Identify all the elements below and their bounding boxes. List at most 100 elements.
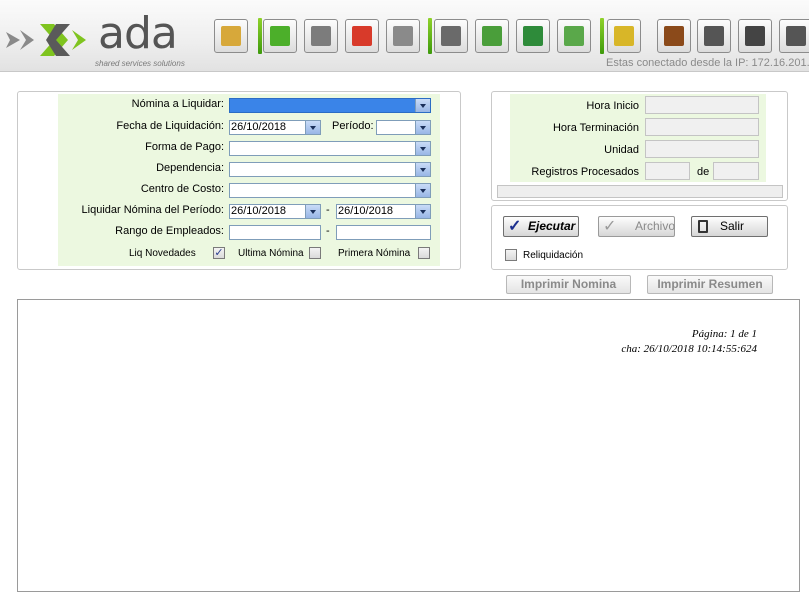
periodo-hasta-select[interactable]: 26/10/2018 (336, 204, 431, 219)
open-folder-icon (221, 26, 241, 46)
money-icon (664, 26, 684, 46)
ip-status-text: Estas conectado desde la IP: 172.16.201.… (606, 57, 809, 69)
liq-novedades-label: Liq Novedades (129, 248, 196, 259)
periodo-hasta-value: 26/10/2018 (338, 205, 394, 217)
de-label: de (697, 166, 710, 178)
chevron-down-icon[interactable] (415, 184, 430, 197)
liq-periodo-label: Liquidar Nómina del Período: (81, 204, 224, 216)
ultima-nomina-label: Ultima Nómina (238, 248, 304, 259)
cart-icon (786, 26, 806, 46)
rango-label: Rango de Empleados: (115, 225, 224, 237)
logo-mark-icon (6, 24, 86, 56)
fecha-liquidacion-select[interactable]: 26/10/2018 (229, 120, 321, 135)
ultima-nomina-checkbox[interactable] (309, 247, 321, 259)
magnifier-button[interactable] (475, 19, 509, 53)
periodo-select[interactable] (376, 120, 431, 135)
chevron-down-icon[interactable] (415, 121, 430, 134)
excel-export-icon (523, 26, 543, 46)
magnifier-icon (482, 26, 502, 46)
toolbar-separator (258, 18, 262, 54)
logo-word: ada (98, 8, 178, 59)
centro-costo-label: Centro de Costo: (140, 183, 224, 195)
delete-icon (352, 26, 372, 46)
imprimir-resumen-button[interactable]: Imprimir Resumen (647, 275, 773, 294)
lock-button[interactable] (607, 19, 641, 53)
hora-terminacion-field (645, 118, 759, 136)
hora-inicio-label: Hora Inicio (586, 100, 639, 112)
cart-button[interactable] (779, 19, 809, 53)
chevron-down-icon[interactable] (305, 205, 320, 218)
header-bar: ada shared services solutions Estas cone… (0, 0, 809, 72)
archivo-button[interactable]: ✓ Archivo (598, 216, 675, 237)
imprimir-nomina-button[interactable]: Imprimir Nomina (506, 275, 631, 294)
forma-pago-label: Forma de Pago: (145, 141, 224, 153)
registros-procesados-field (645, 162, 690, 180)
periodo-desde-select[interactable]: 26/10/2018 (229, 204, 321, 219)
registros-label: Registros Procesados (531, 166, 639, 178)
chevron-down-icon[interactable] (415, 163, 430, 176)
report-page-text: Página: 1 de 1 (691, 328, 757, 340)
rango-hasta-input[interactable] (336, 225, 431, 240)
exit-door-icon (698, 220, 708, 233)
print-icon (441, 26, 461, 46)
print-button[interactable] (434, 19, 468, 53)
registros-total-field (713, 162, 759, 180)
toolbar-separator (428, 18, 432, 54)
actions-panel: ✓ Ejecutar ✓ Archivo Salir Reliquidación (491, 205, 788, 270)
report-date-text: cha: 26/10/2018 10:14:55:624 (621, 343, 757, 355)
report-preview[interactable]: Página: 1 de 1 cha: 26/10/2018 10:14:55:… (17, 299, 800, 592)
forma-pago-select[interactable] (229, 141, 431, 156)
primera-nomina-checkbox[interactable] (418, 247, 430, 259)
rango-desde-input[interactable] (229, 225, 321, 240)
fecha-label: Fecha de Liquidación: (116, 120, 224, 132)
toolbar-separator (600, 18, 604, 54)
ejecutar-label: Ejecutar (528, 219, 576, 233)
liq-novedades-checkbox[interactable]: ✓ (213, 247, 225, 259)
dash-separator: - (326, 225, 330, 237)
excel-export-button[interactable] (516, 19, 550, 53)
reliquidacion-checkbox[interactable] (505, 249, 517, 261)
checkmark-icon: ✓ (603, 218, 617, 235)
nomina-select[interactable] (229, 98, 431, 113)
grid-button[interactable] (738, 19, 772, 53)
salir-button[interactable]: Salir (691, 216, 768, 237)
hora-terminacion-label: Hora Terminación (552, 122, 639, 134)
dash-separator: - (326, 204, 330, 216)
nomina-label: Nómina a Liquidar: (131, 98, 224, 110)
camera-button[interactable] (697, 19, 731, 53)
chevron-down-icon[interactable] (415, 99, 430, 112)
checkmark-icon: ✓ (508, 218, 522, 235)
centro-costo-select[interactable] (229, 183, 431, 198)
email-button[interactable] (557, 19, 591, 53)
grid-icon (745, 26, 765, 46)
periodo-desde-value: 26/10/2018 (231, 205, 287, 217)
app-window: ada shared services solutions Estas cone… (0, 0, 809, 592)
chevron-down-icon[interactable] (415, 205, 430, 218)
dependencia-select[interactable] (229, 162, 431, 177)
chevron-down-icon[interactable] (415, 142, 430, 155)
primera-nomina-label: Primera Nómina (338, 248, 411, 259)
logo-tagline: shared services solutions (95, 59, 185, 68)
lock-icon (614, 26, 634, 46)
undo-icon (393, 26, 413, 46)
save-disk-button[interactable] (304, 19, 338, 53)
reliquidacion-label: Reliquidación (523, 250, 584, 261)
email-icon (564, 26, 584, 46)
salir-label: Salir (720, 219, 745, 233)
save-disk-icon (311, 26, 331, 46)
ejecutar-button[interactable]: ✓ Ejecutar (503, 216, 579, 237)
chevron-down-icon[interactable] (305, 121, 320, 134)
hora-inicio-field (645, 96, 759, 114)
archivo-label: Archivo (635, 219, 676, 233)
open-folder-button[interactable] (214, 19, 248, 53)
periodo-label: Período: (332, 120, 374, 132)
unidad-label: Unidad (604, 144, 639, 156)
dependencia-label: Dependencia: (156, 162, 224, 174)
money-button[interactable] (657, 19, 691, 53)
unidad-field (645, 140, 759, 158)
undo-button[interactable] (386, 19, 420, 53)
new-document-button[interactable] (263, 19, 297, 53)
ada-logo: ada shared services solutions (6, 8, 206, 70)
process-status-panel: Hora Inicio Hora Terminación Unidad Regi… (491, 91, 788, 201)
delete-button[interactable] (345, 19, 379, 53)
